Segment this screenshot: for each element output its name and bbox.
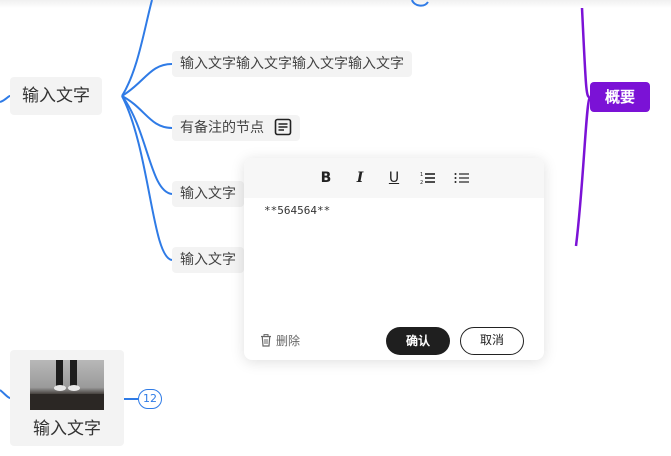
italic-button[interactable]: I <box>350 168 370 188</box>
bold-button[interactable]: B <box>316 168 336 188</box>
child-node-label: 输入文字 <box>180 252 236 268</box>
note-icon[interactable] <box>274 118 292 136</box>
node-image <box>30 360 104 410</box>
delete-label: 删除 <box>276 334 301 348</box>
image-node-label: 输入文字 <box>33 419 101 439</box>
underline-button[interactable]: U <box>384 168 404 188</box>
ordered-list-icon: 1 2 <box>420 172 435 185</box>
svg-text:2: 2 <box>420 180 423 185</box>
summary-label: 概要 <box>604 88 635 106</box>
bullet-list-icon <box>454 173 469 183</box>
note-content-editor[interactable]: **564564** <box>264 204 330 217</box>
child-node[interactable]: 输入文字 <box>172 247 244 273</box>
main-node-label: 输入文字 <box>22 86 90 106</box>
editor-toolbar: B I U 1 2 <box>244 158 544 198</box>
child-node-label: 有备注的节点 <box>180 120 264 136</box>
main-node[interactable]: 输入文字 <box>10 77 102 115</box>
bullet-list-button[interactable] <box>452 168 472 188</box>
image-node[interactable]: 输入文字 <box>10 350 124 446</box>
trash-icon <box>261 334 271 347</box>
child-node[interactable]: 输入文字输入文字输入文字输入文字 <box>172 51 412 77</box>
collapse-count-badge[interactable]: 12 <box>138 389 162 409</box>
child-node-label: 输入文字 <box>180 186 236 202</box>
feet-photo-icon <box>30 360 104 410</box>
ordered-list-button[interactable]: 1 2 <box>418 168 438 188</box>
delete-note-button[interactable]: 删除 <box>260 332 300 349</box>
confirm-button[interactable]: 确认 <box>386 327 450 355</box>
child-node[interactable]: 输入文字 <box>172 181 244 207</box>
cancel-button[interactable]: 取消 <box>460 327 524 355</box>
note-editor-popup: B I U 1 2 **564564** 删除 确认 取消 <box>244 158 544 360</box>
summary-node[interactable]: 概要 <box>590 82 650 112</box>
child-node-with-note[interactable]: 有备注的节点 <box>172 115 301 141</box>
svg-text:1: 1 <box>420 172 423 178</box>
child-node-label: 输入文字输入文字输入文字输入文字 <box>180 56 404 72</box>
